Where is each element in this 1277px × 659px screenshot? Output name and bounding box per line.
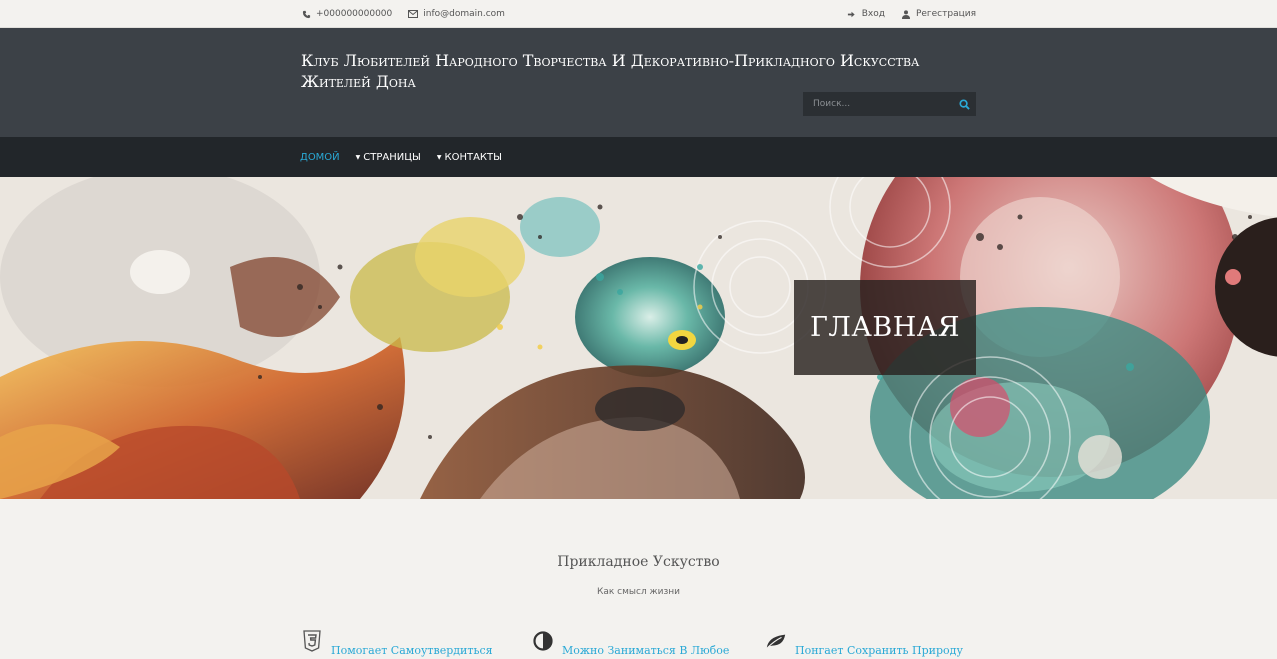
phone-icon <box>301 9 311 19</box>
feature-item: Понгает Сохранить Природу <box>765 630 963 657</box>
site-title[interactable]: Клуб Любителей Народного Творчества И Де… <box>301 50 961 92</box>
register-link[interactable]: Регестрация <box>916 9 976 19</box>
search-box <box>803 92 976 116</box>
hero-title-box: ГЛАВНАЯ <box>794 280 976 375</box>
envelope-icon <box>408 9 419 19</box>
feature-link[interactable]: Понгает Сохранить Природу <box>795 644 963 657</box>
register-item[interactable]: Регестрация <box>901 9 976 19</box>
main-nav-items: ДОМОЙ ▼ СТРАНИЦЫ ▼ КОНТАКТЫ <box>300 137 502 177</box>
nav-item-home[interactable]: ДОМОЙ <box>300 152 340 163</box>
features-row: Помогает Самоутвердиться Можно Заниматьс… <box>0 630 1277 659</box>
caret-down-icon: ▼ <box>355 153 361 161</box>
feature-link[interactable]: Помогает Самоутвердиться <box>331 644 493 657</box>
search-icon <box>958 98 970 110</box>
hero-art-image <box>0 177 1277 499</box>
nav-item-label: КОНТАКТЫ <box>444 151 502 163</box>
main-nav: ДОМОЙ ▼ СТРАНИЦЫ ▼ КОНТАКТЫ <box>0 137 1277 177</box>
section-title: Прикладное Ускуство <box>557 554 720 570</box>
top-bar: +000000000000 info@domain.com Вход Регес… <box>0 0 1277 28</box>
hero-banner: ГЛАВНАЯ <box>0 177 1277 499</box>
account-links: Вход Регестрация <box>847 9 976 19</box>
top-bar-inner: +000000000000 info@domain.com Вход Регес… <box>301 0 976 28</box>
feature-item: Можно Заниматься В Любое <box>532 630 729 657</box>
search-button[interactable] <box>952 92 976 116</box>
login-item[interactable]: Вход <box>847 9 885 19</box>
email-item[interactable]: info@domain.com <box>408 9 505 19</box>
user-icon <box>901 9 911 19</box>
site-header: Клуб Любителей Народного Творчества И Де… <box>0 28 1277 137</box>
nav-item-contacts[interactable]: ▼ КОНТАКТЫ <box>437 152 502 163</box>
feature-item: Помогает Самоутвердиться <box>301 630 493 657</box>
email-link[interactable]: info@domain.com <box>423 9 505 19</box>
contact-info: +000000000000 info@domain.com <box>301 9 505 19</box>
phone-item: +000000000000 <box>301 9 392 19</box>
hero-title: ГЛАВНАЯ <box>810 312 960 343</box>
sign-in-icon <box>847 9 857 19</box>
login-link[interactable]: Вход <box>862 9 885 19</box>
nav-item-label: ДОМОЙ <box>300 151 340 163</box>
leaf-icon <box>765 630 787 652</box>
nav-item-pages[interactable]: ▼ СТРАНИЦЫ <box>356 152 421 163</box>
html5-icon <box>301 630 323 652</box>
adjust-icon <box>532 630 554 652</box>
feature-link[interactable]: Можно Заниматься В Любое <box>562 644 729 657</box>
section-subtitle: Как смысл жизни <box>596 587 681 597</box>
nav-item-label: СТРАНИЦЫ <box>363 151 421 163</box>
phone-number: +000000000000 <box>316 9 393 19</box>
search-input[interactable] <box>803 92 952 116</box>
caret-down-icon: ▼ <box>436 153 442 161</box>
